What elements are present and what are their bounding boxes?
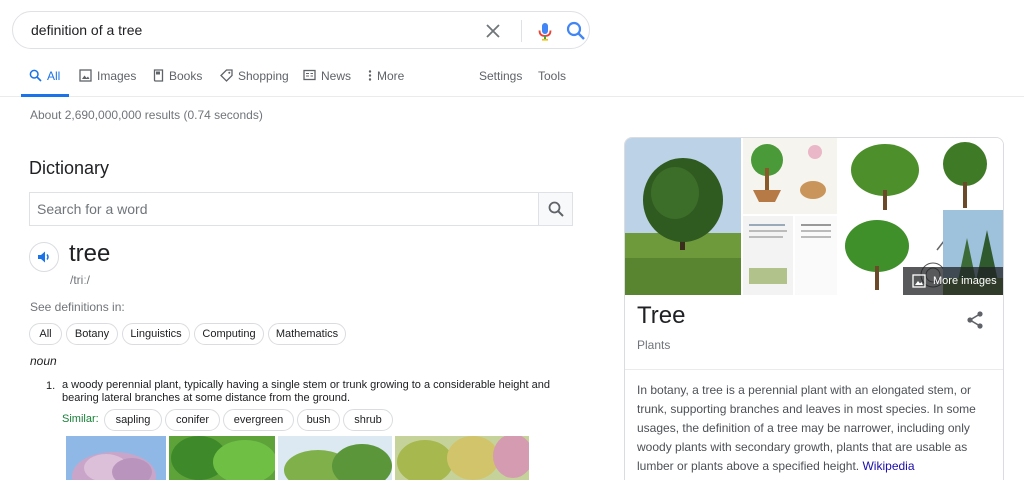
chip-mathematics[interactable]: Mathematics xyxy=(268,323,346,345)
similar-label: Similar: xyxy=(62,413,99,425)
tab-all[interactable]: All xyxy=(21,68,69,97)
definition-text: a woody perennial plant, typically havin… xyxy=(62,379,550,404)
panel-subtitle: Plants xyxy=(637,338,671,352)
tab-label: News xyxy=(321,69,352,83)
chip-botany[interactable]: Botany xyxy=(66,323,118,345)
dictionary-title: Dictionary xyxy=(29,158,110,178)
tree-photo[interactable] xyxy=(169,436,275,480)
panel-divider xyxy=(625,369,1003,370)
phonetic: /triː/ xyxy=(70,273,90,287)
tab-label: Shopping xyxy=(238,69,289,83)
tab-more[interactable]: More xyxy=(368,68,404,97)
tree-photo[interactable] xyxy=(278,436,392,480)
tree-photo[interactable] xyxy=(395,436,529,480)
definition-number: 1. xyxy=(46,380,56,392)
tab-label: Tools xyxy=(538,69,567,83)
similar-conifer[interactable]: conifer xyxy=(165,409,220,431)
pronunciation-button[interactable] xyxy=(29,242,59,272)
see-definitions-label: See definitions in: xyxy=(30,300,125,314)
search-tabs: All Images Books Shopping News More Sett… xyxy=(0,60,1024,97)
tab-label: All xyxy=(47,69,61,83)
image-icon xyxy=(79,69,92,82)
tab-books[interactable]: Books xyxy=(153,68,202,97)
similar-bush[interactable]: bush xyxy=(297,409,340,431)
more-images-label: More images xyxy=(933,275,997,287)
search-query[interactable]: definition of a tree xyxy=(31,22,142,38)
tab-label: Settings xyxy=(479,69,523,83)
similar-evergreen[interactable]: evergreen xyxy=(223,409,294,431)
word-search-button[interactable] xyxy=(538,193,572,225)
knowledge-panel: More images Tree Plants In botany, a tre… xyxy=(624,137,1004,480)
chip-computing[interactable]: Computing xyxy=(194,323,264,345)
headword: tree xyxy=(69,240,111,267)
share-icon[interactable] xyxy=(965,310,985,330)
tab-tools[interactable]: Tools xyxy=(538,68,566,97)
chip-all[interactable]: All xyxy=(29,323,62,345)
similar-sapling[interactable]: sapling xyxy=(104,409,162,431)
chip-linguistics[interactable]: Linguistics xyxy=(122,323,190,345)
tab-shopping[interactable]: Shopping xyxy=(220,68,289,97)
image-icon xyxy=(912,274,926,288)
search-icon[interactable] xyxy=(565,20,587,42)
tab-images[interactable]: Images xyxy=(79,68,136,97)
tab-label: Books xyxy=(169,69,203,83)
tab-label: Images xyxy=(97,69,137,83)
description-text: In botany, a tree is a perennial plant w… xyxy=(637,383,976,473)
tab-label: More xyxy=(377,69,405,83)
microphone-icon[interactable] xyxy=(534,20,556,42)
book-icon xyxy=(153,69,164,82)
results-count: About 2,690,000,000 results (0.74 second… xyxy=(30,108,263,122)
search-bar[interactable]: definition of a tree xyxy=(12,11,590,49)
search-icon xyxy=(548,201,564,217)
similar-shrub[interactable]: shrub xyxy=(343,409,393,431)
tab-news[interactable]: News xyxy=(303,68,351,97)
panel-description: In botany, a tree is a perennial plant w… xyxy=(637,381,985,476)
tab-settings[interactable]: Settings xyxy=(479,68,522,97)
word-search-box xyxy=(29,192,573,226)
more-images-button[interactable]: More images xyxy=(903,267,1003,295)
word-search-input[interactable] xyxy=(30,193,540,225)
tree-photo[interactable] xyxy=(66,436,166,480)
search-icon xyxy=(29,69,42,82)
wikipedia-link[interactable]: Wikipedia xyxy=(862,459,914,473)
more-vert-icon xyxy=(368,70,372,81)
part-of-speech: noun xyxy=(30,354,57,368)
tag-icon xyxy=(220,69,233,82)
news-icon xyxy=(303,69,316,81)
clear-icon[interactable] xyxy=(483,21,503,41)
speaker-icon xyxy=(38,251,49,263)
panel-title: Tree xyxy=(637,302,686,329)
search-divider xyxy=(521,20,522,42)
